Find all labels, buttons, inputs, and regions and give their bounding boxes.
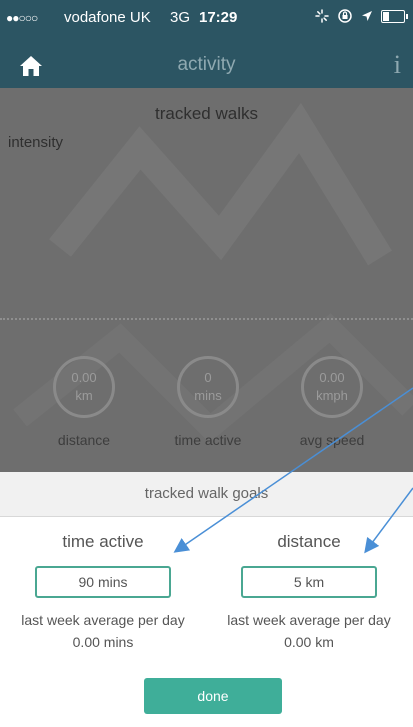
stat-time-active: 0 mins time active (148, 356, 268, 448)
stat-circle: 0.00 km (53, 356, 115, 418)
stat-label: distance (57, 432, 111, 448)
chart-title: tracked walks (155, 104, 258, 123)
stat-label: time active (174, 432, 242, 448)
stat-label: avg speed (299, 432, 365, 448)
stat-unit: km (75, 388, 93, 403)
status-bar: ●●○○○ vodafone UK 3G 17:29 (0, 0, 413, 44)
signal-strength-icon: ●●○○○ (6, 11, 38, 25)
avg-label: last week average per day (21, 612, 185, 628)
distance-goal-input[interactable] (241, 566, 377, 598)
avg-value: 0.00 mins (72, 634, 134, 650)
nav-bar: activity i (0, 44, 413, 88)
status-time: 17:29 (199, 9, 238, 26)
goals-panel-header: tracked walk goals (0, 472, 413, 517)
chart-y-label: intensity (8, 134, 64, 151)
goal-title: distance (277, 532, 341, 551)
stat-value: 0 (204, 370, 212, 385)
stat-value: 0.00 (319, 370, 345, 385)
page-title: activity (177, 54, 236, 75)
info-button[interactable]: i (394, 50, 401, 80)
battery-icon (381, 9, 408, 23)
activity-spinner-icon (315, 9, 329, 23)
chart-baseline (0, 318, 413, 320)
done-button[interactable]: done (144, 678, 282, 714)
orientation-lock-icon (338, 9, 352, 23)
goal-title: time active (62, 532, 144, 551)
stat-unit: kmph (316, 388, 348, 403)
stat-circle: 0.00 kmph (301, 356, 363, 418)
status-icons (315, 8, 408, 24)
activity-overview: tracked walks intensity 0.00 km distance… (0, 88, 413, 472)
stat-unit: mins (194, 388, 222, 403)
avg-label: last week average per day (227, 612, 391, 628)
stat-value: 0.00 (71, 370, 97, 385)
stat-distance: 0.00 km distance (24, 356, 144, 448)
stat-circle: 0 mins (177, 356, 239, 418)
network-type: 3G (170, 9, 191, 26)
avg-value: 0.00 km (284, 634, 334, 650)
carrier-name: vodafone UK (64, 9, 151, 26)
goal-distance: distance last week average per day 0.00 … (206, 532, 412, 650)
stat-avg-speed: 0.00 kmph avg speed (272, 356, 392, 448)
location-arrow-icon (362, 11, 372, 21)
goal-time-active: time active last week average per day 0.… (0, 532, 206, 650)
time-active-goal-input[interactable] (35, 566, 171, 598)
